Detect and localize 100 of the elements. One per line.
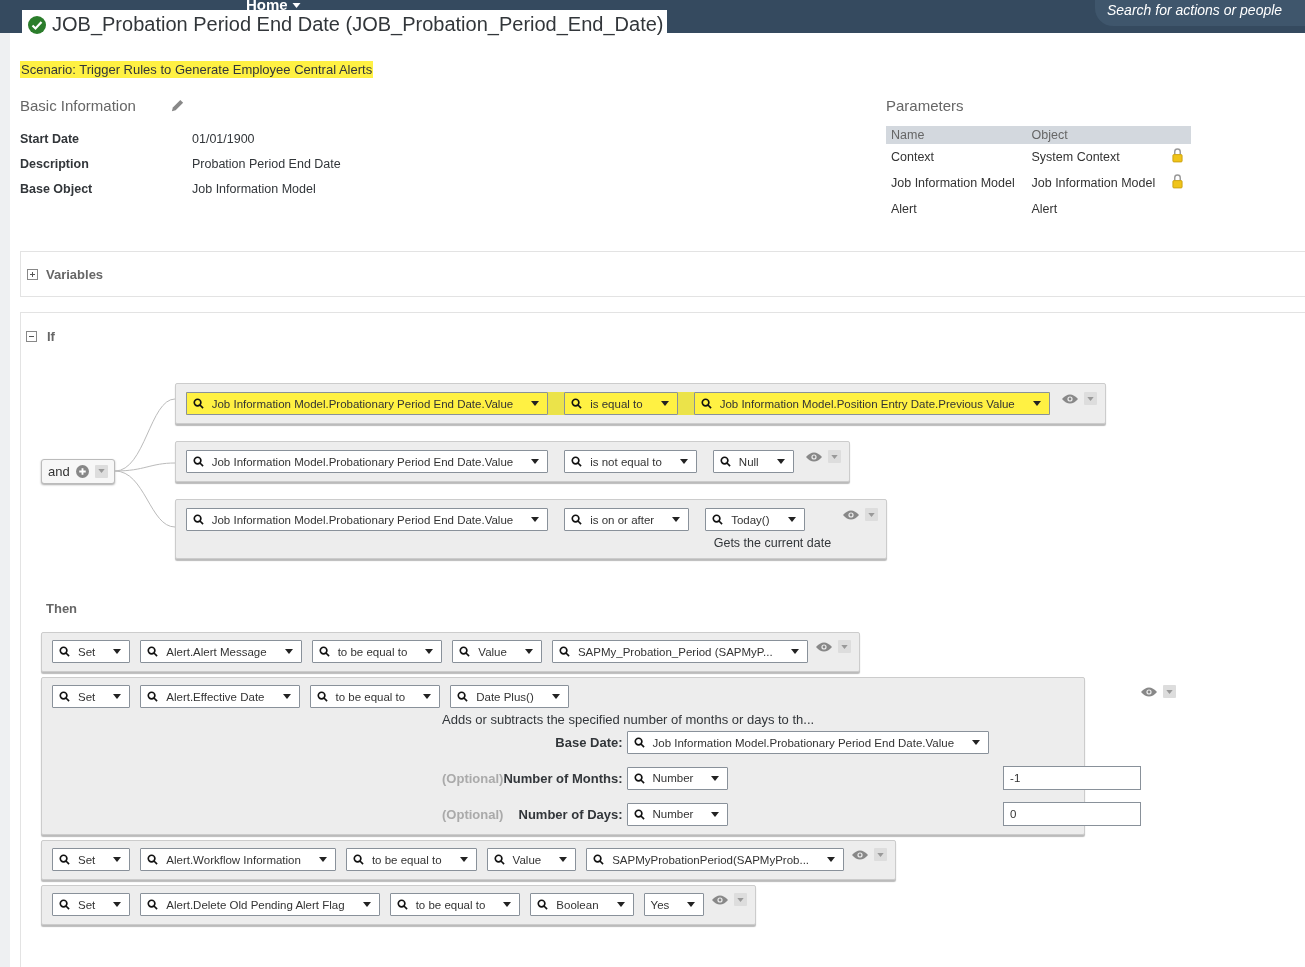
table-cell-text: Alert [890,201,918,218]
search-icon [147,854,159,865]
pencil-icon[interactable] [169,98,185,113]
field-value: Probation Period End Date [192,156,342,171]
table-cell-text: Job Information Model [890,175,1016,192]
dropdown[interactable]: Job Information Model.Position Entry Date.Previous Value [693,392,1050,415]
caret-icon [737,897,745,902]
search-field[interactable]: Search for actions or people [1095,0,1305,26]
dropdown[interactable]: Alert.Delete Old Pending Alert Flag [140,893,380,916]
menu-button[interactable] [874,848,888,861]
menu-button[interactable] [837,640,851,653]
caret-icon [877,852,885,857]
field-label: Start Date [20,131,81,146]
eye-icon[interactable] [1141,686,1158,697]
menu-button[interactable] [1163,685,1177,698]
search-icon [147,646,159,657]
dropdown[interactable]: Alert.Workflow Information [140,848,336,871]
search-icon [59,854,70,865]
caret-icon [113,694,122,699]
caret-icon [531,401,540,406]
caret-icon [113,902,122,907]
collapse-icon[interactable] [26,331,37,342]
search-icon [59,691,70,702]
dropdown[interactable]: to be equal to [345,848,477,871]
table-cell: System Context [1026,144,1167,170]
caret-icon [868,512,876,517]
dropdown[interactable]: is equal to [564,392,678,415]
search-icon [712,514,724,525]
dropdown[interactable]: Set [52,640,131,663]
eye-icon[interactable] [712,894,729,905]
search-icon [59,899,70,910]
search-icon [147,691,159,702]
dropdown[interactable]: Today() [705,508,805,531]
eye-icon[interactable] [815,641,832,652]
dropdown[interactable]: is on or after [564,508,690,531]
home-menu[interactable]: Home [246,0,301,13]
dropdown[interactable]: Value [486,848,577,871]
dropdown[interactable]: Alert.Alert Message [140,640,302,663]
menu-button[interactable] [734,893,748,906]
dropdown[interactable]: to be equal to [309,685,441,708]
operator-node[interactable]: and [41,458,115,484]
caret-icon [660,401,669,406]
dropdown[interactable]: Number [626,766,729,790]
caret-icon [362,902,371,907]
dropdown[interactable]: Value [452,640,542,663]
section-title: Then [46,601,79,616]
section-title[interactable]: Variables [46,266,104,282]
eye-icon[interactable] [843,509,860,520]
dropdown[interactable]: Job Information Model.Probationary Period End Date.Value [185,508,549,531]
dropdown[interactable]: Yes [643,893,705,916]
caret-icon [459,857,468,862]
caret-icon [423,694,432,699]
caret-icon [524,649,533,654]
check-icon [28,15,46,34]
search-icon [593,854,605,865]
dropdown[interactable]: Set [52,685,131,708]
expand-icon[interactable] [27,268,38,280]
eye-icon[interactable] [852,849,869,860]
add-icon[interactable] [75,464,89,478]
dropdown[interactable]: Set [52,893,131,916]
menu-button[interactable] [1083,392,1097,405]
search-icon [396,899,408,910]
caret-icon [972,740,981,745]
caret-icon [113,649,122,654]
dropdown[interactable]: SAPMyProbationPeriod(SAPMyProb... [586,848,845,871]
input-field[interactable]: -1 [1003,766,1142,790]
menu-button[interactable] [94,464,108,478]
dropdown[interactable]: SAPMy_Probation_Period (SAPMyP... [551,640,808,663]
field-label: Base Object [20,181,94,196]
menu-button[interactable] [865,508,879,521]
caret-icon [790,649,799,654]
dropdown[interactable]: Job Information Model.Probationary Period End Date.Value [626,731,990,754]
caret-icon [531,459,540,464]
search-icon [147,899,159,910]
eye-icon[interactable] [805,451,822,462]
dropdown[interactable]: Alert.Effective Date [140,685,300,708]
caret-icon [679,459,688,464]
search-icon [59,646,70,657]
dropdown[interactable]: Date Plus() [450,685,569,708]
section-title[interactable]: If [47,329,55,344]
dropdown[interactable]: Job Information Model.Probationary Period End Date.Value [185,450,549,473]
dropdown[interactable]: Job Information Model.Probationary Period End Date.Value [185,392,549,415]
eye-icon[interactable] [1061,393,1078,404]
column-header: Name [886,126,1027,144]
dropdown[interactable]: to be equal to [311,640,443,663]
dropdown[interactable]: Null [712,450,794,473]
dropdown[interactable]: Set [52,848,131,871]
search-icon [633,737,645,748]
dropdown[interactable]: Number [626,802,729,826]
input-field[interactable]: 0 [1003,802,1142,826]
caret-icon [503,902,512,907]
dropdown[interactable]: is not equal to [564,450,697,473]
menu-button[interactable] [827,450,841,463]
caret-icon [830,454,838,459]
caret-icon [776,459,785,464]
column-header: Object [1026,126,1191,144]
table-cell-text: Alert [1030,201,1059,218]
dropdown[interactable]: to be equal to [389,893,521,916]
search-icon [537,899,549,910]
dropdown[interactable]: Boolean [530,893,634,916]
